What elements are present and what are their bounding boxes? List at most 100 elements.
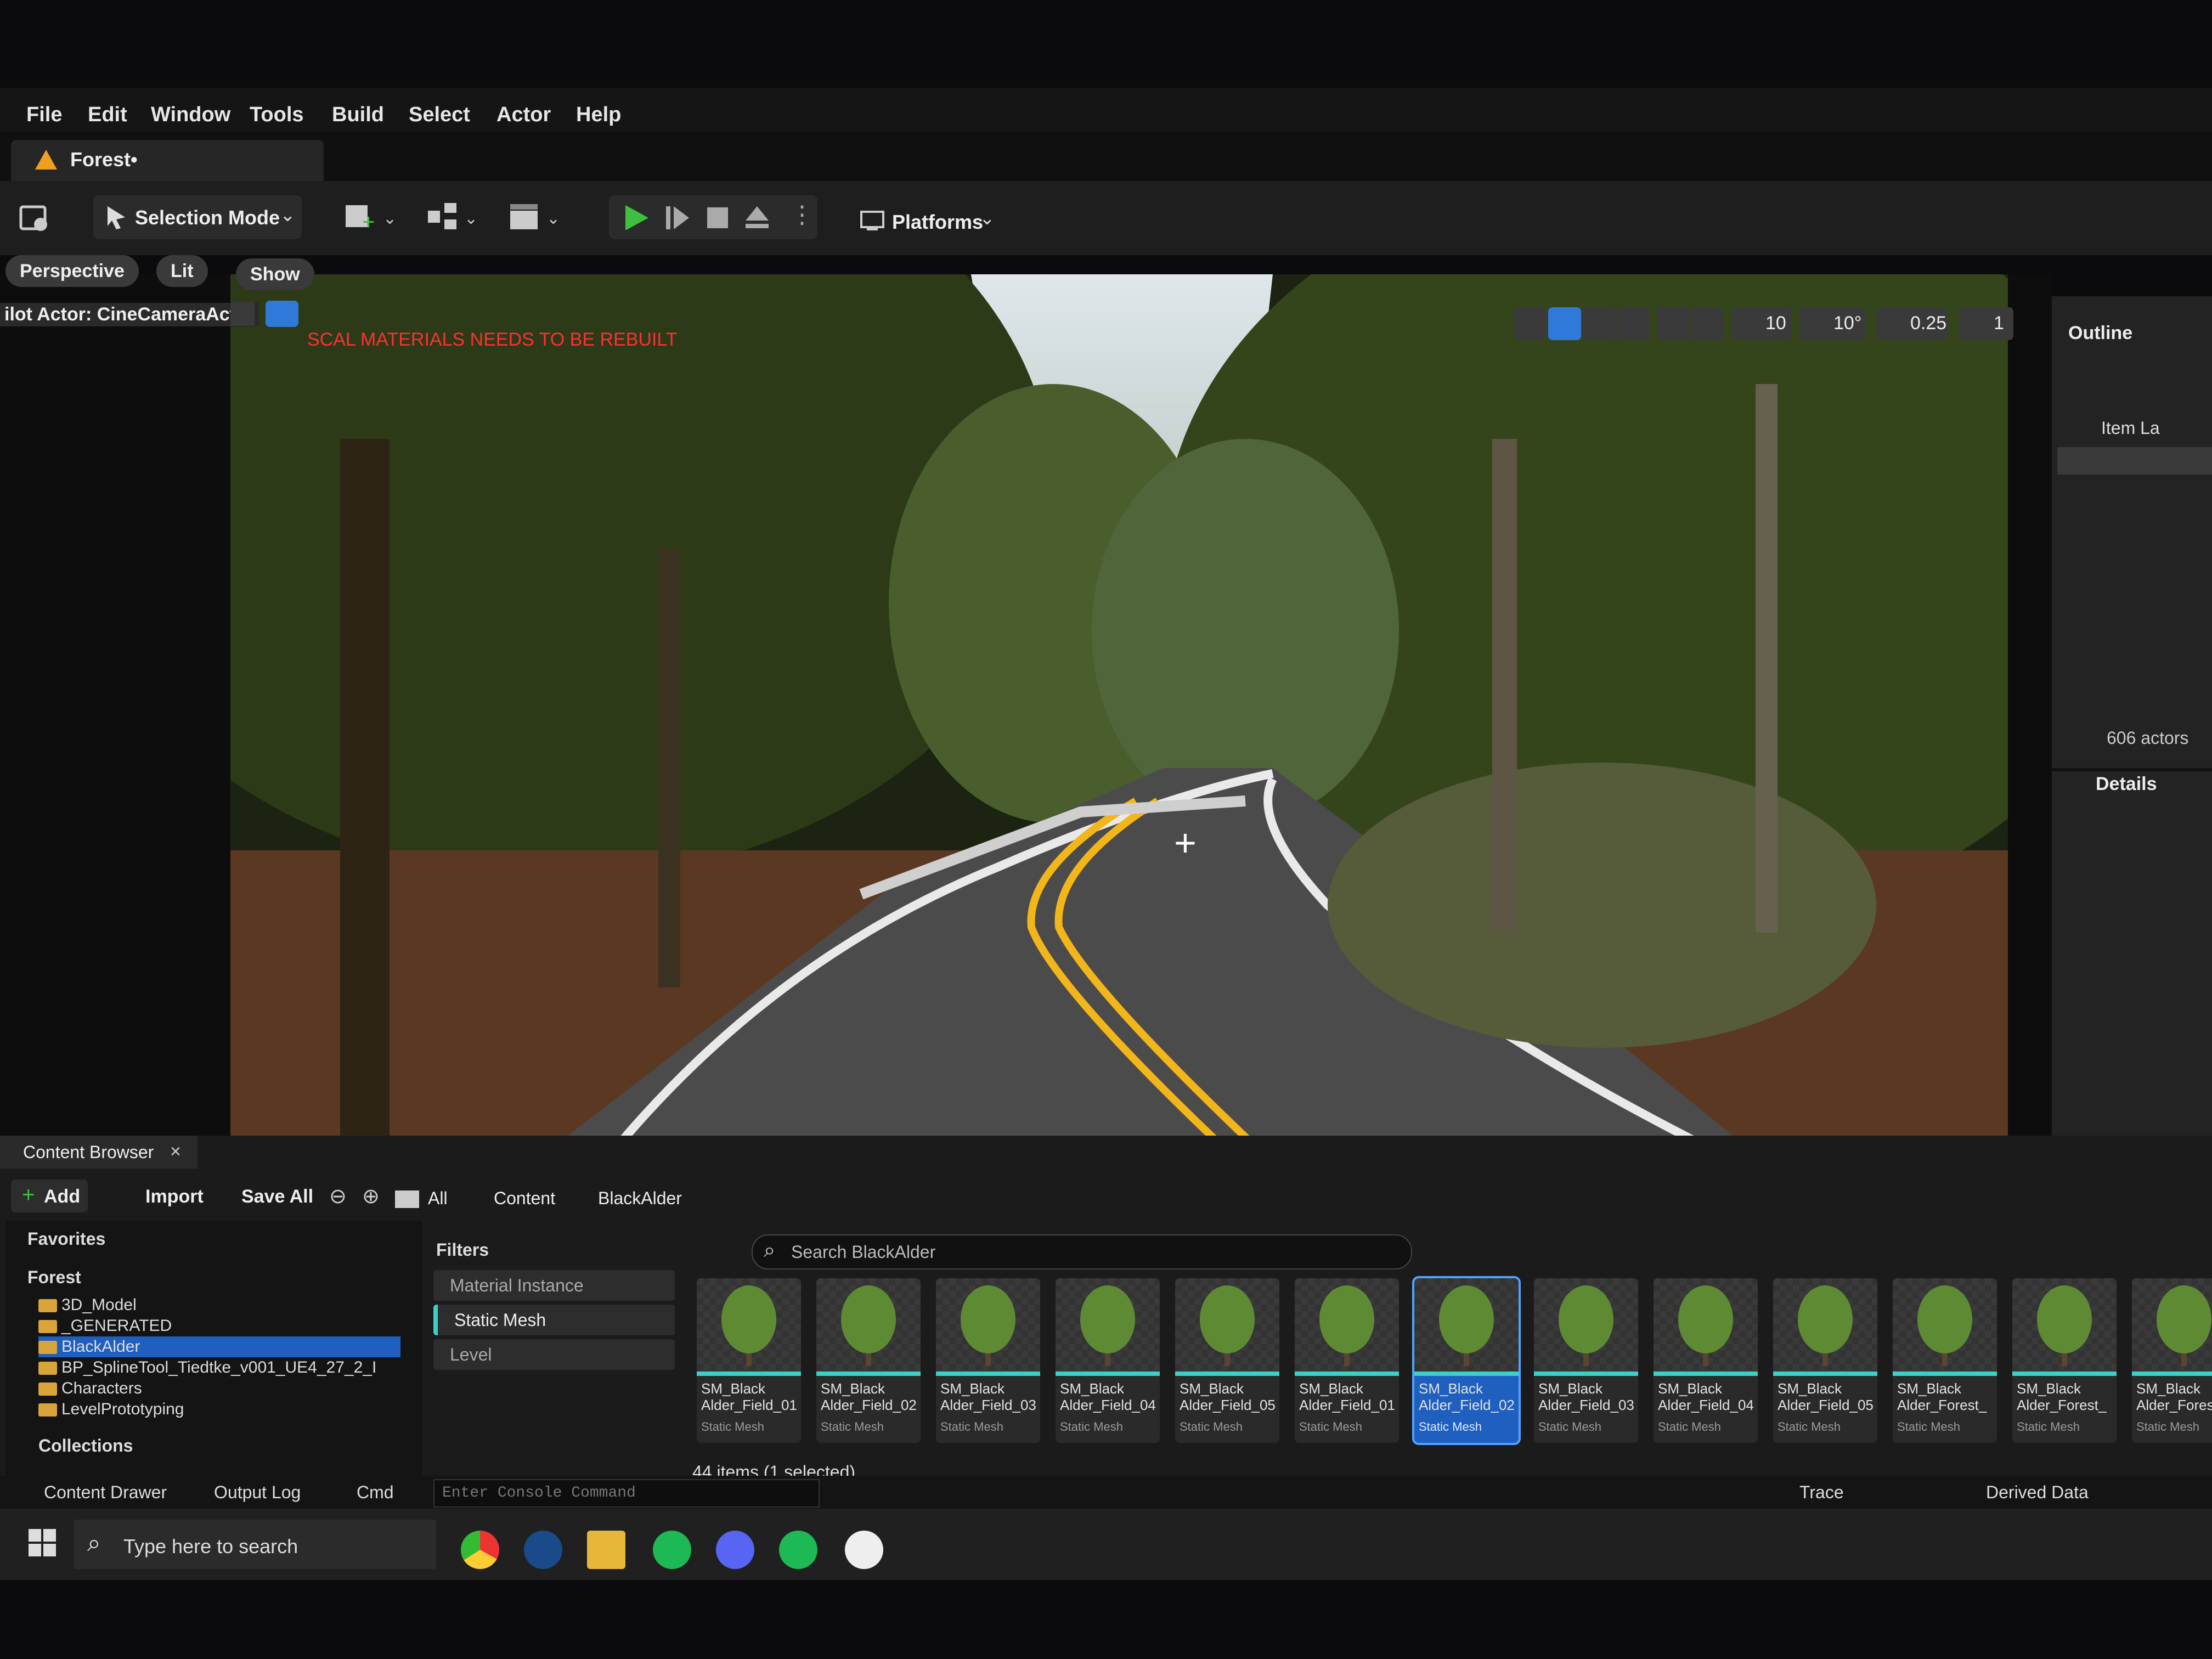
history-forward-icon[interactable]: ⊕ (362, 1184, 380, 1209)
collections-header[interactable]: Collections (38, 1436, 133, 1456)
play-icon[interactable] (621, 203, 651, 233)
step-icon[interactable] (664, 204, 691, 232)
spotify-icon[interactable] (653, 1531, 691, 1569)
tree-item-3d-model[interactable]: 3D_Model (38, 1295, 137, 1316)
console-input[interactable]: Enter Console Command (433, 1479, 820, 1508)
viewport-scene[interactable]: + (230, 274, 2008, 1163)
menu-window[interactable]: Window (151, 103, 230, 127)
asset-tile[interactable]: SM_Black Alder_Field_01 Static Mesh (1295, 1278, 1399, 1443)
derived-data-button[interactable]: Derived Data (1986, 1482, 2089, 1503)
cmd-dropdown[interactable]: Cmd (357, 1482, 394, 1503)
history-back-icon[interactable]: ⊖ (329, 1184, 347, 1209)
filter-icon[interactable] (2068, 366, 2107, 388)
eject-pilot-icon[interactable] (230, 302, 255, 326)
filter-material-instance[interactable]: Material Instance (433, 1270, 675, 1301)
more-options-icon[interactable]: ⋮ (790, 201, 814, 229)
tree-item-levelprototyping[interactable]: LevelPrototyping (38, 1399, 184, 1420)
import-button[interactable]: Import (112, 1180, 206, 1212)
level-tab[interactable]: Forest• (11, 140, 324, 181)
asset-type: Static Mesh (2017, 1420, 2080, 1434)
filter-level[interactable]: Level (433, 1339, 675, 1370)
trace-button[interactable]: Trace (1799, 1482, 1844, 1503)
show-button[interactable]: Show (236, 258, 314, 290)
asset-tile[interactable]: SM_Black Alder_Forest_ Static Mesh (1893, 1278, 1997, 1443)
steam-icon[interactable] (524, 1531, 562, 1569)
camera-icon[interactable] (266, 301, 298, 327)
blueprint-icon[interactable]: ⌄ (422, 198, 483, 241)
select-tool-icon[interactable] (1514, 307, 1547, 340)
asset-tile[interactable]: SM_Black Alder_Field_04 Static Mesh (1056, 1278, 1160, 1443)
search-input[interactable]: ⌕ Search BlackAlder (752, 1234, 1412, 1269)
scale-tool-icon[interactable] (1616, 307, 1649, 340)
asset-name: SM_Black Alder_Forest_ (2136, 1380, 2212, 1413)
asset-grid: SM_Black Alder_Field_01 Static Mesh SM_Bla… (697, 1276, 2212, 1448)
forest-header[interactable]: Forest (27, 1267, 81, 1288)
menu-build[interactable]: Build (332, 103, 384, 127)
folder-icon (38, 1383, 57, 1396)
rotate-tool-icon[interactable] (1582, 307, 1615, 340)
asset-tile[interactable]: SM_Black Alder_Field_01 Static Mesh (697, 1278, 801, 1443)
platforms-button[interactable]: Platforms ⌄ (856, 201, 1015, 245)
windows-start-icon[interactable] (27, 1528, 57, 1558)
cinematics-icon[interactable]: ⌄ (505, 198, 565, 241)
menu-edit[interactable]: Edit (88, 103, 127, 127)
discord-icon[interactable] (716, 1531, 754, 1569)
content-browser-tab[interactable]: Content Browser × (0, 1136, 198, 1169)
translate-tool-icon[interactable] (1548, 307, 1581, 340)
favorites-header[interactable]: Favorites (27, 1229, 105, 1249)
tree-thumbnail-icon (697, 1278, 801, 1372)
add-button[interactable]: + Add (11, 1180, 88, 1212)
save-all-button[interactable]: Save All (214, 1180, 324, 1212)
lit-button[interactable]: Lit (156, 255, 208, 287)
breadcrumb-blackalder[interactable]: BlackAlder (598, 1188, 682, 1209)
menu-select[interactable]: Select (409, 103, 470, 127)
level-viewport[interactable]: + (0, 274, 2052, 1163)
camera-speed-button[interactable]: 1 (1959, 307, 2013, 340)
spotify-icon-2[interactable] (779, 1531, 817, 1569)
save-icon[interactable] (11, 196, 60, 240)
breadcrumb-all[interactable]: All (428, 1188, 448, 1209)
outliner-row-selected[interactable] (2057, 447, 2212, 475)
menu-file[interactable]: File (26, 103, 62, 127)
asset-tile[interactable]: SM_Black Alder_Field_05 Static Mesh (1175, 1278, 1279, 1443)
asset-tile[interactable]: SM_Black Alder_Field_04 Static Mesh (1654, 1278, 1758, 1443)
surface-snap-icon[interactable] (1691, 307, 1724, 340)
details-tab[interactable]: Details (2096, 774, 2157, 795)
asset-tile[interactable]: SM_Black Alder_Field_05 Static Mesh (1773, 1278, 1877, 1443)
eject-icon[interactable] (743, 204, 771, 232)
scale-snap-button[interactable]: 0.25 (1876, 307, 1948, 340)
menu-tools[interactable]: Tools (250, 103, 304, 127)
content-drawer-button[interactable]: Content Drawer (44, 1482, 167, 1503)
asset-tile[interactable]: SM_Black Alder_Forest_ Static Mesh (2012, 1278, 2117, 1443)
chrome-icon[interactable] (461, 1531, 499, 1569)
asset-type-bar (2132, 1372, 2212, 1376)
stop-icon[interactable] (705, 205, 730, 230)
tree-item-bp-splinetool[interactable]: BP_SplineTool_Tiedtke_v001_UE4_27_2_I (38, 1357, 376, 1378)
unreal-engine-icon[interactable] (845, 1531, 883, 1569)
menu-help[interactable]: Help (576, 103, 621, 127)
selection-mode-button[interactable]: Selection Mode ⌄ (93, 195, 302, 239)
tree-thumbnail-icon (816, 1278, 921, 1372)
add-actor-icon[interactable]: + ⌄ (340, 198, 400, 241)
grid-snap-button[interactable]: 10 (1731, 307, 1792, 340)
taskbar-search[interactable]: ⌕ Type here to search (74, 1520, 436, 1569)
tree-thumbnail-icon (1056, 1278, 1160, 1372)
asset-tile[interactable]: SM_Black Alder_Forest_ Static Mesh (2132, 1278, 2212, 1443)
output-log-button[interactable]: Output Log (214, 1482, 301, 1503)
filter-static-mesh[interactable]: Static Mesh (433, 1305, 675, 1335)
asset-tile[interactable]: SM_Black Alder_Field_02 Static Mesh (1412, 1276, 1521, 1445)
tree-item-generated[interactable]: _GENERATED (38, 1316, 172, 1336)
perspective-button[interactable]: Perspective (5, 255, 139, 287)
file-explorer-icon[interactable] (587, 1531, 625, 1569)
asset-tile[interactable]: SM_Black Alder_Field_02 Static Mesh (816, 1278, 921, 1443)
asset-tile[interactable]: SM_Black Alder_Field_03 Static Mesh (1534, 1278, 1638, 1443)
menu-actor[interactable]: Actor (496, 103, 551, 127)
search-icon: ⌕ (764, 1239, 776, 1262)
asset-tile[interactable]: SM_Black Alder_Field_03 Static Mesh (936, 1278, 1040, 1443)
tree-item-blackalder[interactable]: BlackAlder (38, 1336, 400, 1357)
close-icon[interactable]: × (170, 1141, 181, 1163)
world-space-icon[interactable] (1657, 307, 1690, 340)
tree-item-characters[interactable]: Characters (38, 1378, 142, 1399)
rotation-snap-button[interactable]: 10° (1799, 307, 1865, 340)
breadcrumb-content[interactable]: Content (494, 1188, 555, 1209)
